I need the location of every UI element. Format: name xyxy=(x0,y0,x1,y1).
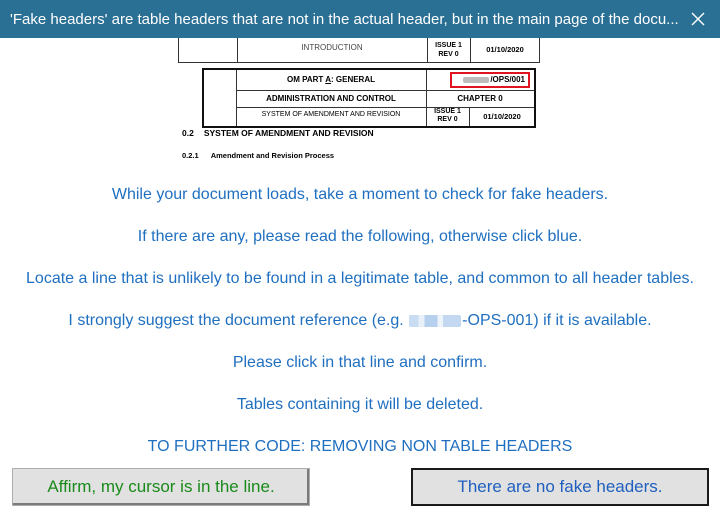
section-title: SYSTEM OF AMENDMENT AND REVISION xyxy=(203,128,374,138)
title-bar: 'Fake headers' are table headers that ar… xyxy=(0,0,720,38)
instruction-line-4-start: I strongly suggest the document referenc… xyxy=(68,312,409,329)
section-heading: 0.2 SYSTEM OF AMENDMENT AND REVISION xyxy=(182,128,384,138)
instruction-line-4-end: -OPS-001) if it is available. xyxy=(462,312,652,329)
date-cell: 01/10/2020 xyxy=(483,112,521,121)
preview-header-table-1: INTRODUCTION ISSUE 1 REV 0 01/10/2020 xyxy=(178,38,540,63)
part-cell: OM PART A: GENERAL xyxy=(236,70,427,91)
no-fake-headers-button[interactable]: There are no fake headers. xyxy=(411,468,709,506)
close-icon xyxy=(691,12,705,26)
instruction-line-3: Locate a line that is unlikely to be fou… xyxy=(26,270,694,287)
issue-text: ISSUE 1 xyxy=(435,42,462,49)
part-prefix: OM PART xyxy=(287,75,326,84)
section-cell: ADMINISTRATION AND CONTROL xyxy=(236,90,427,108)
instruction-line-7: TO FURTHER CODE: REMOVING NON TABLE HEAD… xyxy=(147,438,573,455)
date-cell: 01/10/2020 xyxy=(486,45,524,54)
logo-cell xyxy=(179,38,238,62)
issue-text: ISSUE 1 xyxy=(434,108,461,115)
close-button[interactable] xyxy=(688,9,708,29)
preview-header-table-2: OM PART A: GENERAL /OPS/001 ADMINISTRATI… xyxy=(202,68,536,128)
doc-ref-highlight: /OPS/001 xyxy=(450,72,530,88)
doc-ref-cell: /OPS/001 xyxy=(426,70,534,91)
instruction-line-5: Please click in that line and confirm. xyxy=(232,354,488,371)
part-suffix: : GENERAL xyxy=(331,75,375,84)
window-title: 'Fake headers' are table headers that ar… xyxy=(10,10,679,28)
subsection-title: Amendment and Revision Process xyxy=(210,151,335,160)
rev-text: REV 0 xyxy=(437,116,458,123)
redacted-text xyxy=(409,314,462,327)
preview-title-cell: INTRODUCTION xyxy=(237,38,428,62)
instruction-line-2: If there are any, please read the follow… xyxy=(137,228,583,245)
instruction-line-6: Tables containing it will be deleted. xyxy=(236,396,484,413)
chapter-cell: CHAPTER 0 xyxy=(426,90,534,108)
redacted-text xyxy=(463,76,490,83)
section-number: 0.2 xyxy=(182,128,194,138)
issue-rev-cell: ISSUE 1 REV 0 xyxy=(427,38,471,62)
subsection-number: 0.2.1 xyxy=(182,151,199,160)
subsection-cell: SYSTEM OF AMENDMENT AND REVISION xyxy=(236,107,427,126)
logo-cell xyxy=(204,70,237,126)
instruction-line-1: While your document loads, take a moment… xyxy=(111,186,609,203)
affirm-button[interactable]: Affirm, my cursor is in the line. xyxy=(12,468,310,506)
instruction-line-4: I strongly suggest the document referenc… xyxy=(0,312,720,330)
subsection-heading: 0.2.1 Amendment and Revision Process xyxy=(182,151,346,160)
rev-text: REV 0 xyxy=(438,51,459,58)
issue-rev-cell: ISSUE 1 REV 0 xyxy=(426,107,470,126)
doc-ref-text: /OPS/001 xyxy=(490,75,525,84)
document-preview: INTRODUCTION ISSUE 1 REV 0 01/10/2020 OM… xyxy=(178,38,546,166)
